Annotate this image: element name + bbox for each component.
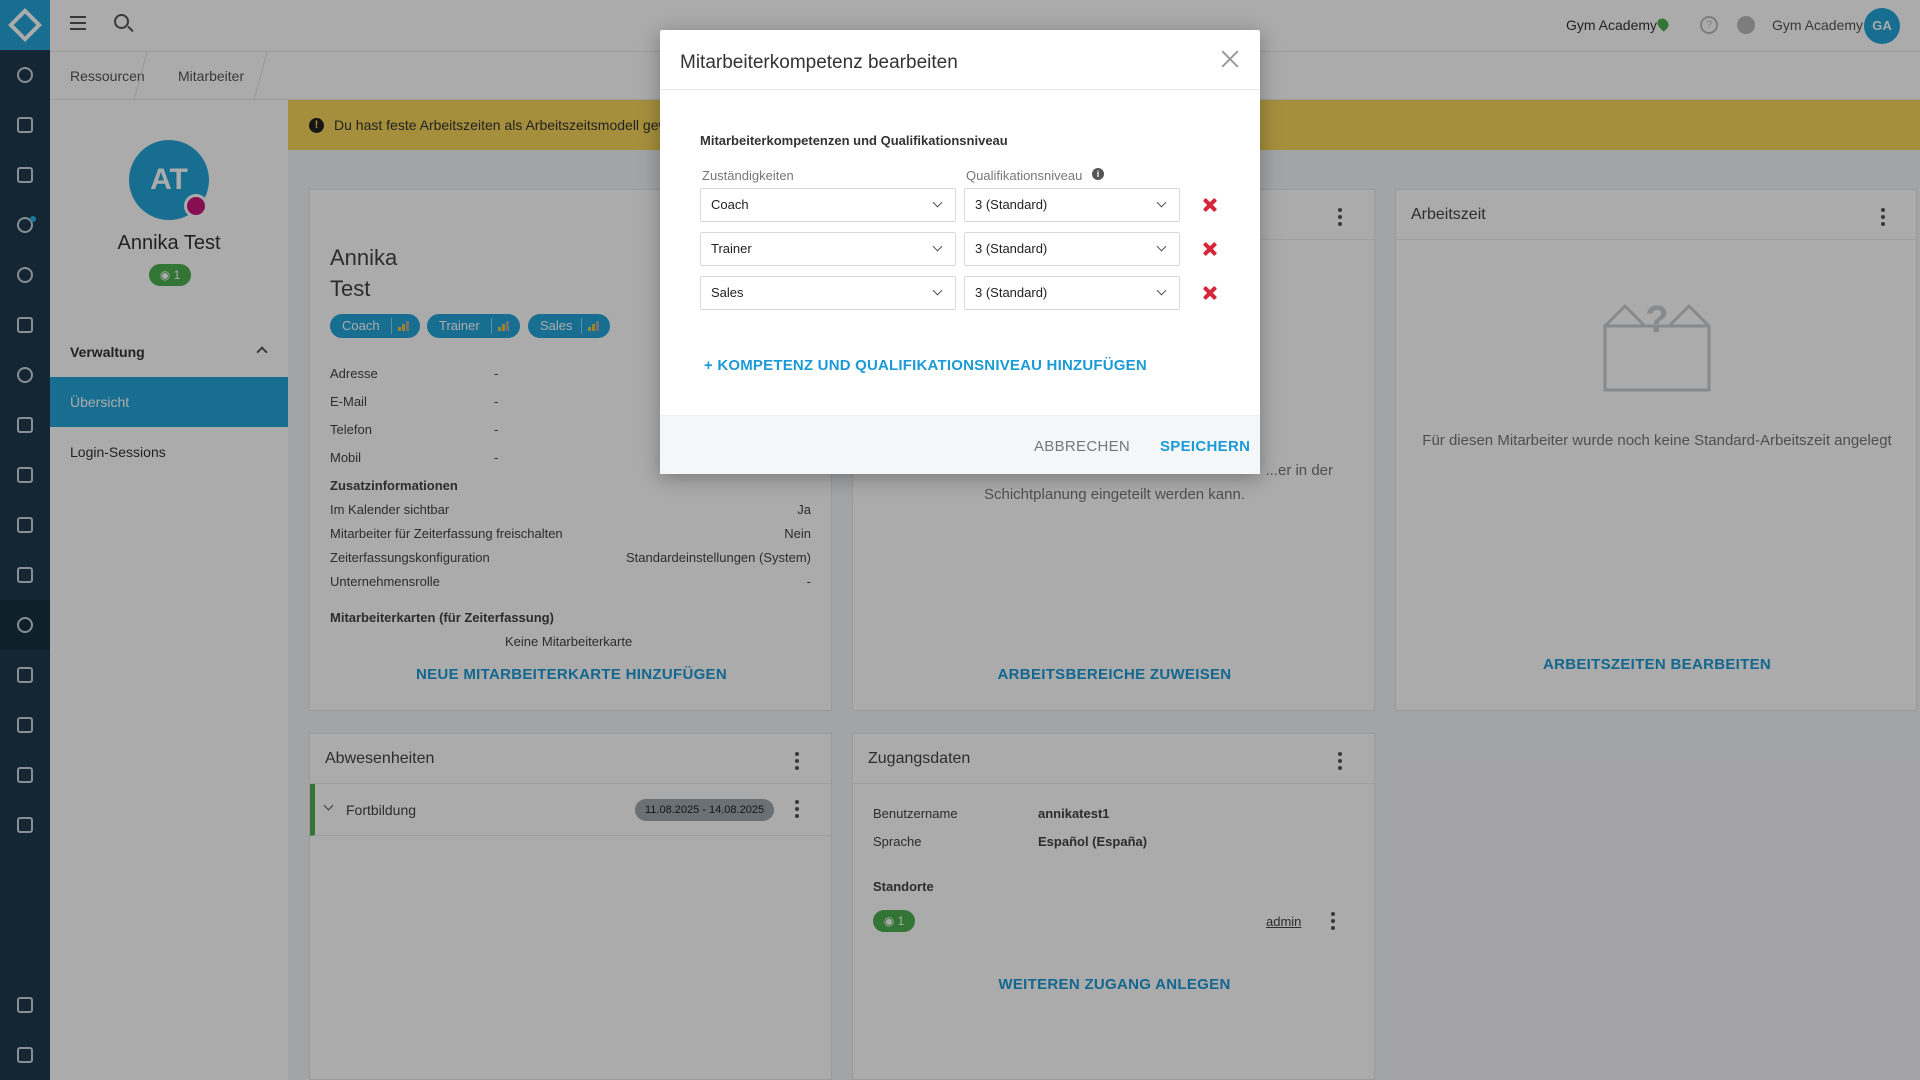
- dialog-header: Mitarbeiterkompetenz bearbeiten: [660, 30, 1260, 90]
- remove-icon[interactable]: [1203, 198, 1217, 212]
- competence-value: Trainer: [711, 241, 752, 256]
- level-select[interactable]: 3 (Standard): [964, 276, 1180, 310]
- level-select[interactable]: 3 (Standard): [964, 232, 1180, 266]
- edit-competence-dialog: Mitarbeiterkompetenz bearbeiten Mitarbei…: [660, 30, 1260, 474]
- dialog-subtitle: Mitarbeiterkompetenzen und Qualifikation…: [700, 133, 1008, 148]
- competence-value: Sales: [711, 285, 744, 300]
- add-competence-button[interactable]: + KOMPETENZ UND QUALIFIKATIONSNIVEAU HIN…: [704, 357, 1147, 374]
- dialog-footer: ABBRECHEN SPEICHERN: [660, 415, 1260, 474]
- chevron-down-icon: [932, 285, 943, 296]
- dialog-title: Mitarbeiterkompetenz bearbeiten: [680, 52, 958, 73]
- column-header-level: Qualifikationsniveau: [966, 168, 1083, 183]
- level-value: 3 (Standard): [975, 197, 1048, 212]
- level-select[interactable]: 3 (Standard): [964, 188, 1180, 222]
- competence-value: Coach: [711, 197, 749, 212]
- remove-icon[interactable]: [1203, 286, 1217, 300]
- close-icon[interactable]: [1219, 48, 1241, 70]
- competence-select[interactable]: Trainer: [700, 232, 956, 266]
- chevron-down-icon: [1156, 197, 1167, 208]
- chevron-down-icon: [1156, 241, 1167, 252]
- chevron-down-icon: [932, 241, 943, 252]
- save-button[interactable]: SPEICHERN: [1160, 438, 1250, 455]
- remove-icon[interactable]: [1203, 242, 1217, 256]
- chevron-down-icon: [932, 197, 943, 208]
- chevron-down-icon: [1156, 285, 1167, 296]
- competence-select[interactable]: Sales: [700, 276, 956, 310]
- level-value: 3 (Standard): [975, 285, 1048, 300]
- competence-select[interactable]: Coach: [700, 188, 956, 222]
- info-icon[interactable]: i: [1092, 168, 1104, 180]
- column-header-competence: Zuständigkeiten: [702, 168, 794, 183]
- level-value: 3 (Standard): [975, 241, 1048, 256]
- cancel-button[interactable]: ABBRECHEN: [1034, 438, 1130, 455]
